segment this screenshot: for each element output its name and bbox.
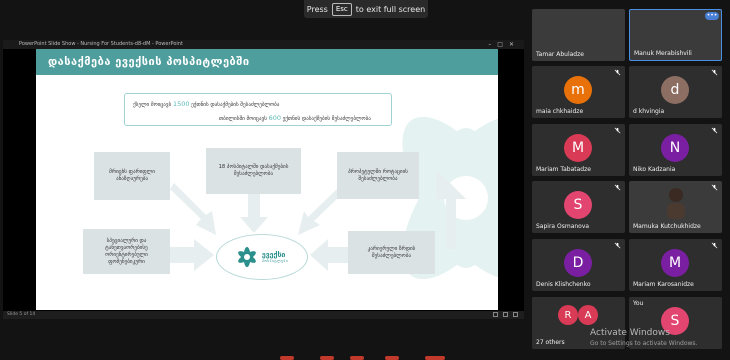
banner-rest-text: to exit full screen — [355, 4, 426, 14]
avatar: D — [564, 249, 592, 277]
slide-counter: Slide 5 of 14 — [7, 312, 36, 317]
arrow-bottom-left — [170, 239, 214, 271]
mic-off-icon — [614, 69, 621, 76]
avatar: N — [661, 134, 689, 162]
benefit-card-career: კარიერული ზრდის შესაძლებლობა — [348, 231, 435, 274]
stats-line-tbilisi: თბილისში მოიცავს 600 ექთნის დასაქმების შ… — [219, 114, 371, 122]
participant-name: You — [633, 300, 644, 307]
banner-press-text: Press — [306, 4, 328, 14]
avatar: R — [558, 305, 578, 325]
stat-tbilisi-count: 600 — [268, 114, 281, 122]
employment-stats-box: ქსელი მოიცავს 1500 ექთნის დასაქმების შეს… — [124, 93, 392, 126]
powerpoint-titlebar: PowerPoint Slide Show - Nursing For Stud… — [3, 40, 524, 49]
esc-key[interactable]: Esc — [331, 2, 352, 16]
avatar: M — [564, 134, 592, 162]
benefit-card-training: სპეციალური და ტანეთვაორებისე ორიენტირებუ… — [83, 229, 170, 274]
participant-name: 27 others — [536, 339, 565, 346]
logo-subtitle: ჰოსპიტლები — [261, 259, 289, 263]
participant-tile-denis[interactable]: D Denis Klishchenko — [532, 239, 625, 291]
control-dot[interactable] — [320, 356, 334, 360]
slide: დასაქმება ევექსის პოსპიტლებში ქსელი მოიც… — [36, 49, 498, 310]
more-options-icon[interactable]: ••• — [705, 12, 719, 20]
evex-logo-oval: ევექსი ჰოსპიტლები — [216, 234, 308, 280]
arrow-right-outer — [436, 169, 466, 249]
participant-name: Mamuka Kutchukhidze — [633, 223, 701, 230]
participant-tile-mamuka[interactable]: Mamuka Kutchukhidze — [629, 181, 722, 233]
participant-name: Sapira Osmanova — [536, 223, 590, 230]
control-dot[interactable] — [425, 356, 445, 360]
mic-off-icon — [711, 127, 718, 134]
avatar: d — [661, 76, 689, 104]
control-dot[interactable] — [385, 356, 399, 360]
arrow-bottom-right — [310, 239, 348, 271]
participant-name: Tamar Abuladze — [536, 51, 584, 58]
arrow-top-right — [298, 189, 342, 235]
participant-name: Manuk Merabishvili — [634, 50, 692, 57]
control-bar-peek — [0, 356, 730, 360]
window-controls-icon[interactable]: –□✕ — [488, 40, 520, 49]
control-dot[interactable] — [280, 356, 294, 360]
activate-windows-subtitle: Go to Settings to activate Windows. — [590, 340, 698, 347]
powerpoint-statusbar: Slide 5 of 14 — [3, 311, 524, 319]
participant-tile-tamar[interactable]: Tamar Abuladze — [532, 9, 625, 61]
mic-off-icon — [711, 69, 718, 76]
mic-off-icon — [614, 184, 621, 191]
reading-view-icon[interactable] — [503, 312, 508, 317]
activate-windows-title: Activate Windows — [590, 328, 670, 338]
fullscreen-banner: Press Esc to exit full screen — [304, 0, 428, 18]
evex-logo-icon — [237, 247, 256, 267]
participant-name: Mariam Karosanidze — [633, 281, 694, 288]
participant-tile-d-khvingia[interactable]: d d khvingia — [629, 66, 722, 118]
control-dot[interactable] — [350, 356, 364, 360]
participant-name: Niko Kadzania — [633, 166, 676, 173]
view-buttons[interactable] — [493, 312, 518, 317]
participant-tile-maia[interactable]: m maia chkhaidze — [532, 66, 625, 118]
participant-name: Mariam Tabatadze — [536, 166, 591, 173]
participant-name: maia chkhaidze — [536, 108, 584, 115]
participant-tile-niko[interactable]: N Niko Kadzania — [629, 124, 722, 176]
participant-name: Denis Klishchenko — [536, 281, 591, 288]
shared-screen: PowerPoint Slide Show - Nursing For Stud… — [3, 40, 524, 319]
evex-logo-text: ევექსი ჰოსპიტლები — [262, 251, 288, 263]
benefit-card-rotation: პროპეტულში როტაციის შესაძლებლობა — [337, 152, 419, 199]
avatar: S — [564, 191, 592, 219]
benefit-card-hospitals: 18 პოსპიტალში დასაქმების შესაძლებლობა — [206, 148, 301, 194]
mic-off-icon — [614, 127, 621, 134]
participant-tile-mariam-t[interactable]: M Mariam Tabatadze — [532, 124, 625, 176]
stat-network-count: 1500 — [172, 100, 190, 108]
avatar: m — [564, 76, 592, 104]
powerpoint-title: PowerPoint Slide Show - Nursing For Stud… — [19, 41, 183, 47]
avatar: M — [661, 249, 689, 277]
slideshow-view-icon[interactable] — [513, 312, 518, 317]
participant-tile-manuk[interactable]: ••• Manuk Merabishvili — [629, 9, 722, 61]
normal-view-icon[interactable] — [493, 312, 498, 317]
meeting-window: Press Esc to exit full screen PowerPoint… — [0, 0, 730, 360]
participant-tile-sapira[interactable]: S Sapira Osmanova — [532, 181, 625, 233]
person-video-icon — [667, 188, 685, 219]
mic-off-icon — [711, 184, 718, 191]
participant-tile-mariam-k[interactable]: M Mariam Karosanidze — [629, 239, 722, 291]
stats-line-network: ქსელი მოიცავს 1500 ექთნის დასაქმების შეს… — [133, 100, 280, 108]
mic-off-icon — [614, 242, 621, 249]
mic-off-icon — [711, 242, 718, 249]
logo-name: ევექსი — [261, 251, 286, 259]
benefit-card-salary: მრიცხს ფარიფლი ანაზღაურება — [94, 152, 170, 200]
avatar-second: A — [578, 305, 598, 325]
arrow-top-center — [240, 194, 268, 233]
participant-name: d khvingia — [633, 108, 665, 115]
